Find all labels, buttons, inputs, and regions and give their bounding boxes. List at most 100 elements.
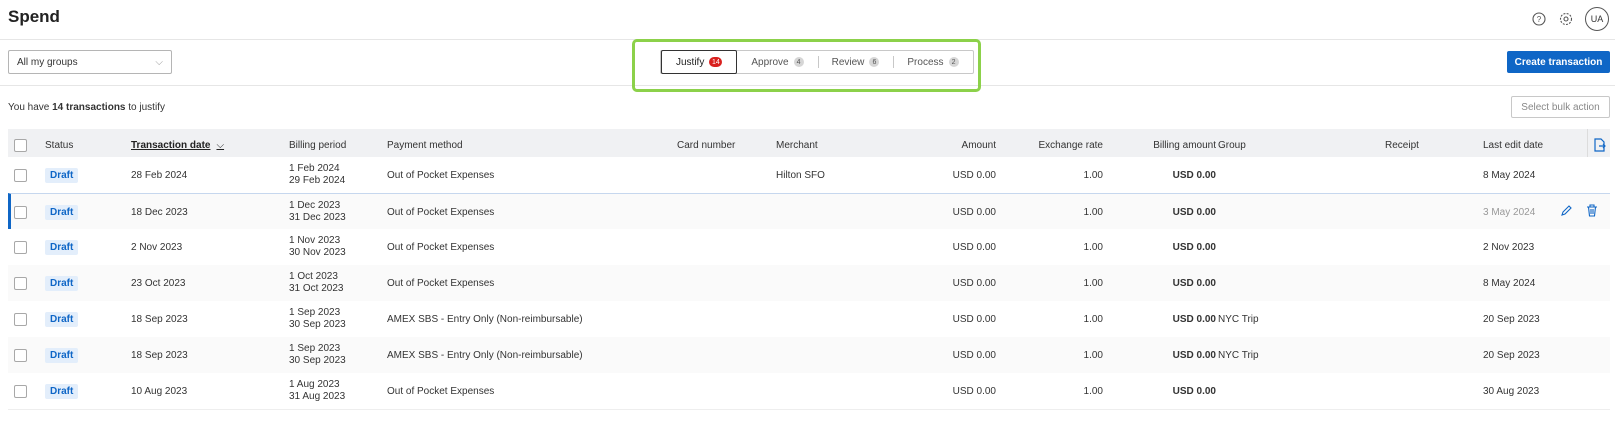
- row-checkbox-cell: [14, 194, 27, 230]
- row-checkbox[interactable]: [14, 276, 27, 290]
- transaction-date-cell: 18 Dec 2023: [131, 206, 188, 218]
- tab-approve[interactable]: Approve 4: [737, 51, 817, 73]
- billing-period-cell: 1 Nov 2023 30 Nov 2023: [289, 229, 346, 265]
- merchant-cell: Hilton SFO: [776, 169, 825, 181]
- billing-amount-cell: USD 0.00: [1172, 349, 1216, 361]
- exchange-rate-cell: 1.00: [1083, 277, 1103, 289]
- row-checkbox-cell: [14, 157, 27, 193]
- status-badge: Draft: [45, 204, 79, 220]
- exchange-rate-cell: 1.00: [1083, 241, 1103, 253]
- payment-method-cell: Out of Pocket Expenses: [387, 277, 495, 289]
- status-badge: Draft: [45, 347, 79, 363]
- row-checkbox-cell: [14, 373, 27, 409]
- billing-period-cell: 1 Aug 2023 31 Aug 2023: [289, 373, 345, 409]
- group-cell: NYC Trip: [1218, 313, 1259, 325]
- top-icons: ? UA: [1531, 7, 1609, 31]
- row-checkbox[interactable]: [14, 384, 27, 398]
- summary-text: You have 14 transactions to justify: [8, 102, 165, 113]
- select-bulk-action-button[interactable]: Select bulk action: [1511, 96, 1610, 118]
- svg-text:?: ?: [1537, 15, 1542, 24]
- last-edit-date-cell: 8 May 2024: [1483, 277, 1536, 289]
- payment-method-cell: Out of Pocket Expenses: [387, 206, 495, 218]
- table-row[interactable]: Draft 10 Aug 2023 1 Aug 2023 31 Aug 2023 Out…: [8, 373, 1610, 410]
- billing-period-start: 1 Sep 2023: [289, 307, 341, 318]
- billing-period-end: 31 Oct 2023: [289, 283, 344, 294]
- table-row[interactable]: Draft 18 Sep 2023 1 Sep 2023 30 Sep 2023 AME…: [8, 301, 1610, 338]
- header-transaction-date-label: Transaction date: [131, 139, 211, 151]
- tab-review[interactable]: Review 6: [817, 51, 894, 73]
- delete-icon[interactable]: [1586, 204, 1598, 220]
- table-row[interactable]: Draft 18 Sep 2023 1 Sep 2023 30 Sep 2023 AME…: [8, 337, 1610, 374]
- row-checkbox[interactable]: [14, 348, 27, 362]
- row-checkbox-cell: [14, 337, 27, 373]
- billing-amount-cell: USD 0.00: [1172, 241, 1216, 253]
- tab-count-badge: 6: [869, 57, 880, 67]
- billing-period-start: 1 Feb 2024: [289, 163, 340, 174]
- status-cell: Draft: [45, 194, 79, 230]
- tab-label: Approve: [751, 56, 789, 68]
- row-checkbox-cell: [14, 301, 27, 337]
- summary-count: 14 transactions: [52, 102, 126, 113]
- chevron-down-icon: ⌵: [216, 139, 225, 151]
- last-edit-date-cell: 30 Aug 2023: [1483, 385, 1540, 397]
- amount-cell: USD 0.00: [952, 169, 996, 181]
- group-select[interactable]: All my groups ⌵: [8, 50, 172, 74]
- tab-count-badge: 2: [948, 57, 959, 67]
- billing-period-end: 30 Sep 2023: [289, 355, 346, 366]
- payment-method-cell: Out of Pocket Expenses: [387, 169, 495, 181]
- help-icon[interactable]: ?: [1531, 11, 1547, 27]
- billing-period-cell: 1 Dec 2023 31 Dec 2023: [289, 194, 346, 230]
- tab-label: Justify: [676, 56, 705, 68]
- tab-process[interactable]: Process 2: [893, 51, 972, 73]
- amount-cell: USD 0.00: [952, 277, 996, 289]
- group-select-value: All my groups: [17, 56, 78, 68]
- row-checkbox[interactable]: [14, 312, 27, 326]
- status-badge: Draft: [45, 275, 79, 291]
- create-transaction-button[interactable]: Create transaction: [1507, 51, 1610, 73]
- row-checkbox[interactable]: [14, 205, 27, 219]
- select-all-checkbox[interactable]: [14, 138, 27, 152]
- tab-label: Review: [831, 56, 865, 68]
- table-row[interactable]: Draft 23 Oct 2023 1 Oct 2023 31 Oct 2023 Out…: [8, 265, 1610, 302]
- row-actions: [1560, 194, 1598, 230]
- last-edit-date-cell: 20 Sep 2023: [1483, 349, 1540, 361]
- status-cell: Draft: [45, 337, 79, 373]
- app-title: Spend: [8, 7, 60, 26]
- billing-period-end: 31 Dec 2023: [289, 212, 346, 223]
- billing-period-cell: 1 Sep 2023 30 Sep 2023: [289, 301, 346, 337]
- status-cell: Draft: [45, 265, 79, 301]
- table-row[interactable]: Draft 28 Feb 2024 1 Feb 2024 29 Feb 2024 Out…: [8, 157, 1610, 194]
- exchange-rate-cell: 1.00: [1083, 313, 1103, 325]
- billing-period-start: 1 Dec 2023: [289, 200, 341, 211]
- billing-period-end: 31 Aug 2023: [289, 391, 346, 402]
- table-row[interactable]: Draft 18 Dec 2023 1 Dec 2023 31 Dec 2023 Out…: [8, 193, 1610, 230]
- last-edit-date-cell: 8 May 2024: [1483, 169, 1536, 181]
- status-cell: Draft: [45, 157, 79, 193]
- status-cell: Draft: [45, 229, 79, 265]
- status-cell: Draft: [45, 301, 79, 337]
- summary-suffix: to justify: [128, 102, 165, 113]
- row-checkbox[interactable]: [14, 168, 27, 182]
- row-checkbox[interactable]: [14, 240, 27, 254]
- tab-justify[interactable]: Justify 14: [661, 50, 738, 74]
- settings-icon[interactable]: [1558, 11, 1574, 27]
- table-row[interactable]: Draft 2 Nov 2023 1 Nov 2023 30 Nov 2023 Out …: [8, 229, 1610, 266]
- billing-period-start: 1 Nov 2023: [289, 235, 341, 246]
- billing-amount-cell: USD 0.00: [1172, 169, 1216, 181]
- billing-period-start: 1 Oct 2023: [289, 271, 338, 282]
- transaction-date-cell: 23 Oct 2023: [131, 277, 186, 289]
- status-badge: Draft: [45, 311, 79, 327]
- amount-cell: USD 0.00: [952, 206, 996, 218]
- status-badge: Draft: [45, 383, 79, 399]
- transaction-date-cell: 18 Sep 2023: [131, 349, 188, 361]
- billing-amount-cell: USD 0.00: [1172, 206, 1216, 218]
- row-checkbox-cell: [14, 265, 27, 301]
- group-cell: NYC Trip: [1218, 349, 1259, 361]
- edit-icon[interactable]: [1560, 204, 1572, 220]
- payment-method-cell: Out of Pocket Expenses: [387, 385, 495, 397]
- billing-period-end: 30 Nov 2023: [289, 247, 346, 258]
- exchange-rate-cell: 1.00: [1083, 385, 1103, 397]
- last-edit-date-cell: 3 May 2024: [1483, 206, 1536, 218]
- user-avatar[interactable]: UA: [1585, 7, 1609, 31]
- payment-method-cell: Out of Pocket Expenses: [387, 241, 495, 253]
